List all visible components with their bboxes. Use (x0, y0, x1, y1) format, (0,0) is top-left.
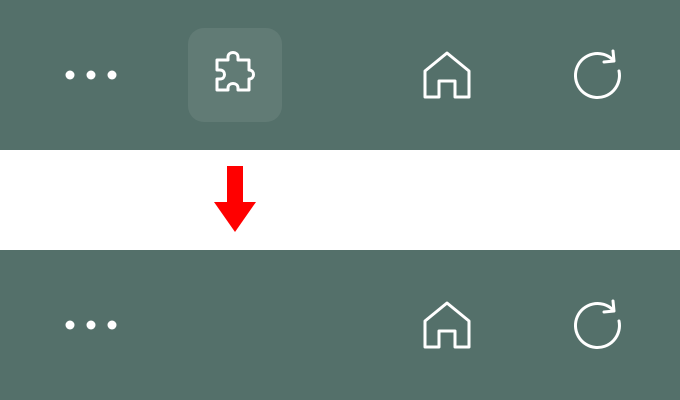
more-horizontal-icon (61, 315, 121, 335)
comparison-stage (0, 0, 680, 400)
more-options-button[interactable] (44, 28, 138, 122)
home-button[interactable] (400, 278, 494, 372)
arrow-down-icon (214, 166, 256, 232)
extensions-puzzle-icon (205, 45, 265, 105)
home-button[interactable] (400, 28, 494, 122)
extensions-button[interactable] (188, 28, 282, 122)
home-icon (417, 295, 477, 355)
more-options-button[interactable] (44, 278, 138, 372)
toolbar-before (0, 0, 680, 150)
transition-band (0, 150, 680, 250)
refresh-icon (567, 293, 631, 357)
more-horizontal-icon (61, 65, 121, 85)
home-icon (417, 45, 477, 105)
toolbar-after (0, 250, 680, 400)
refresh-button[interactable] (552, 28, 646, 122)
refresh-icon (567, 43, 631, 107)
refresh-button[interactable] (552, 278, 646, 372)
